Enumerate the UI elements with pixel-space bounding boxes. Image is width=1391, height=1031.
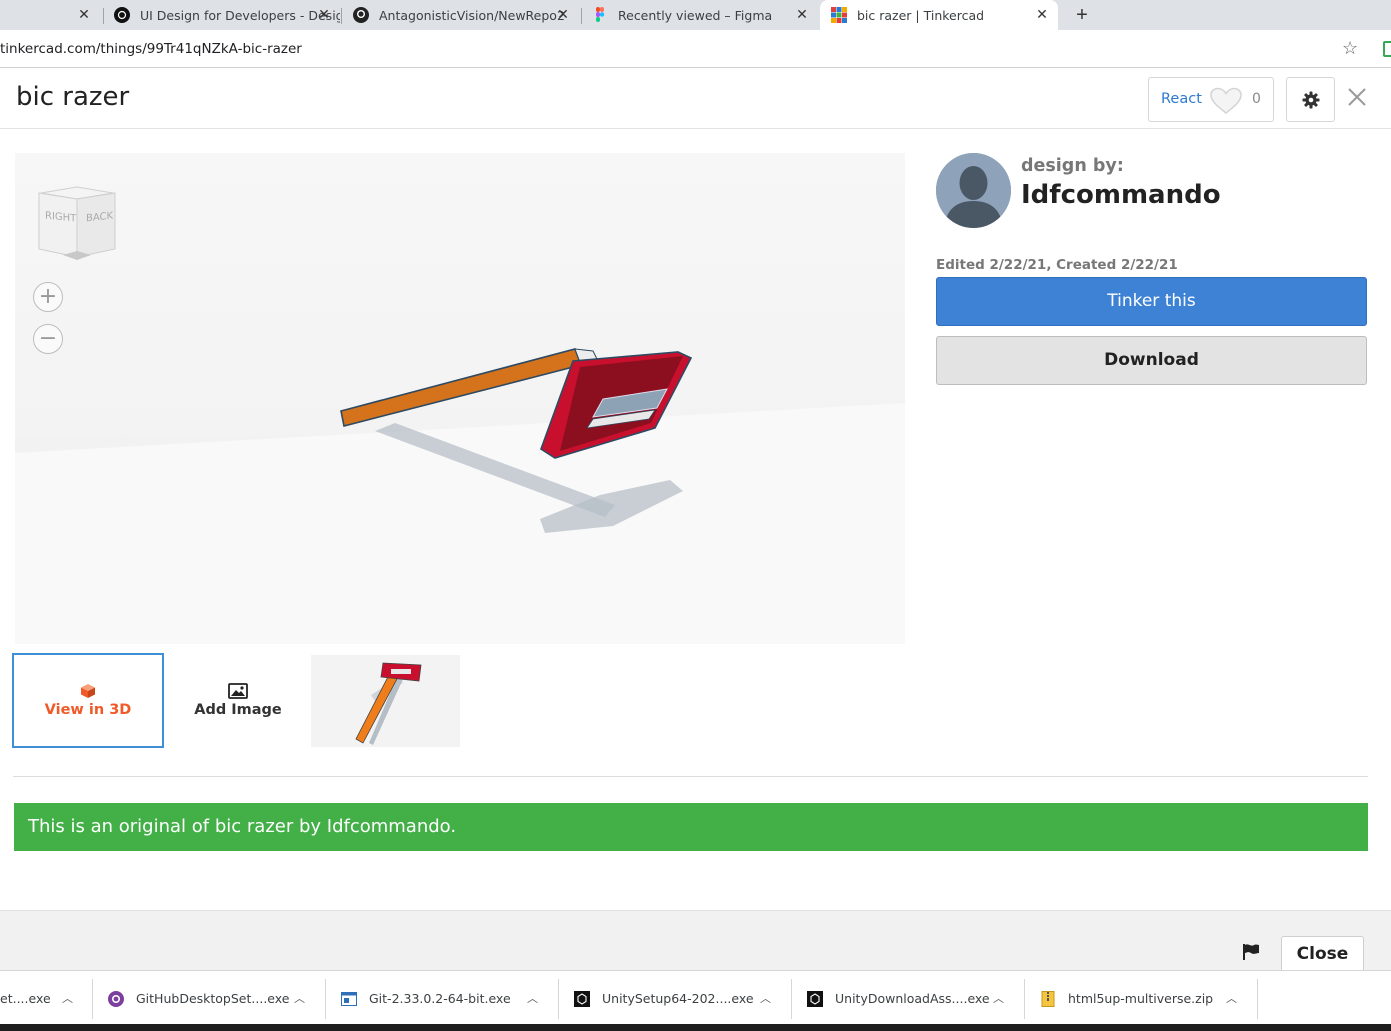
download-button[interactable]: Download: [936, 336, 1367, 385]
github-icon: [353, 7, 369, 23]
tab-title: Recently viewed – Figma: [618, 7, 773, 23]
cube-icon: [81, 684, 95, 698]
close-tab-icon[interactable]: ✕: [76, 7, 92, 23]
tab-title: UI Design for Developers - Desig: [140, 7, 340, 23]
download-item[interactable]: html5up-multiverse.zip ︿: [1040, 971, 1255, 1026]
react-label: React: [1161, 91, 1202, 107]
close-button[interactable]: Close: [1281, 936, 1364, 972]
download-item[interactable]: UnityDownloadAss....exe ︿: [807, 971, 1022, 1026]
figma-icon: [596, 7, 605, 22]
address-bar: tinkercad.com/things/99Tr41qNZkA-bic-raz…: [0, 30, 1391, 68]
browser-tab-active[interactable]: bic razer | Tinkercad ✕: [820, 0, 1058, 30]
download-filename: UnitySetup64-202....exe: [602, 991, 754, 1006]
settings-button[interactable]: [1286, 77, 1335, 122]
downloads-shelf: et....exe ︿ GitHubDesktopSet....exe ︿ Gi…: [0, 970, 1391, 1031]
react-button[interactable]: React 0: [1148, 77, 1274, 122]
tinker-this-button[interactable]: Tinker this: [936, 277, 1367, 326]
gear-icon: [1302, 91, 1320, 109]
download-filename: html5up-multiverse.zip: [1068, 991, 1214, 1006]
site-logo-icon: [114, 7, 130, 23]
bookmark-star-icon[interactable]: ☆: [1342, 38, 1358, 59]
zoom-in-button[interactable]: +: [33, 282, 63, 312]
browser-tab[interactable]: AntagonisticVision/NewRepo2 ✕: [353, 0, 579, 30]
chevron-up-icon[interactable]: ︿: [62, 990, 73, 1006]
chevron-up-icon[interactable]: ︿: [1226, 990, 1237, 1006]
close-modal-icon[interactable]: [1347, 87, 1367, 107]
github-desktop-icon: [108, 990, 124, 1007]
installer-icon: [341, 991, 357, 1006]
chevron-up-icon[interactable]: ︿: [294, 990, 305, 1006]
download-filename: GitHubDesktopSet....exe: [136, 991, 290, 1006]
tab-title: AntagonisticVision/NewRepo2: [379, 7, 565, 23]
zoom-out-button[interactable]: −: [33, 324, 63, 354]
tinkercad-icon: [831, 7, 847, 23]
taskbar-edge: [0, 1024, 1391, 1031]
browser-tab[interactable]: Recently viewed – Figma ✕: [592, 0, 818, 30]
view-in-3d-thumb[interactable]: View in 3D: [12, 653, 164, 748]
download-item[interactable]: GitHubDesktopSet....exe ︿: [108, 971, 323, 1026]
chevron-up-icon[interactable]: ︿: [760, 990, 771, 1006]
download-filename: UnityDownloadAss....exe: [835, 991, 990, 1006]
download-item[interactable]: UnitySetup64-202....exe ︿: [574, 971, 789, 1026]
razor-thumbnail-image: [355, 662, 422, 745]
viewcube-icon[interactable]: [37, 185, 117, 263]
close-tab-icon[interactable]: ✕: [316, 7, 332, 23]
browser-tab[interactable]: ✕: [0, 0, 100, 30]
close-tab-icon[interactable]: ✕: [794, 7, 810, 23]
divider: [13, 776, 1368, 777]
unity-icon: [807, 990, 823, 1007]
design-by-label: design by:: [1021, 156, 1124, 176]
extension-icon[interactable]: [1383, 41, 1391, 57]
react-count: 0: [1252, 91, 1261, 107]
view-in-3d-label: View in 3D: [44, 702, 132, 718]
viewer-scene: [15, 348, 905, 644]
download-item[interactable]: Git-2.33.0.2-64-bit.exe ︿: [341, 971, 556, 1026]
edited-date: Edited 2/22/21, Created 2/22/21: [936, 257, 1178, 273]
avatar[interactable]: [936, 153, 1011, 228]
design-thumbnail[interactable]: [311, 655, 460, 747]
chevron-up-icon[interactable]: ︿: [993, 990, 1004, 1006]
tab-title: bic razer | Tinkercad: [857, 7, 985, 23]
close-tab-icon[interactable]: ✕: [555, 7, 571, 23]
url-field[interactable]: tinkercad.com/things/99Tr41qNZkA-bic-raz…: [0, 41, 302, 57]
author-name[interactable]: Idfcommando: [1021, 180, 1221, 210]
download-filename: Git-2.33.0.2-64-bit.exe: [369, 991, 511, 1006]
browser-tab[interactable]: UI Design for Developers - Desig ✕: [114, 0, 340, 30]
flag-icon[interactable]: [1242, 943, 1260, 961]
modal-header: bic razer React 0: [0, 69, 1391, 129]
user-silhouette-icon: [936, 153, 1011, 228]
page-title: bic razer: [16, 82, 130, 112]
close-tab-icon[interactable]: ✕: [1034, 7, 1050, 23]
browser-tabstrip: ✕ UI Design for Developers - Desig ✕ Ant…: [0, 0, 1391, 30]
zip-icon: [1041, 990, 1055, 1007]
original-banner: This is an original of bic razer by Idfc…: [14, 803, 1368, 851]
add-image-thumb[interactable]: Add Image: [162, 653, 314, 748]
new-tab-button[interactable]: +: [1072, 4, 1092, 27]
add-image-label: Add Image: [194, 702, 282, 718]
3d-viewer[interactable]: RIGHT BACK + −: [15, 153, 905, 644]
download-filename: et....exe: [0, 991, 51, 1006]
modal-footer: Close: [0, 910, 1391, 972]
unity-icon: [574, 990, 590, 1007]
download-item[interactable]: et....exe ︿: [0, 971, 90, 1026]
chevron-up-icon[interactable]: ︿: [527, 990, 538, 1006]
heart-icon: [1210, 87, 1242, 115]
image-icon: [228, 683, 248, 699]
